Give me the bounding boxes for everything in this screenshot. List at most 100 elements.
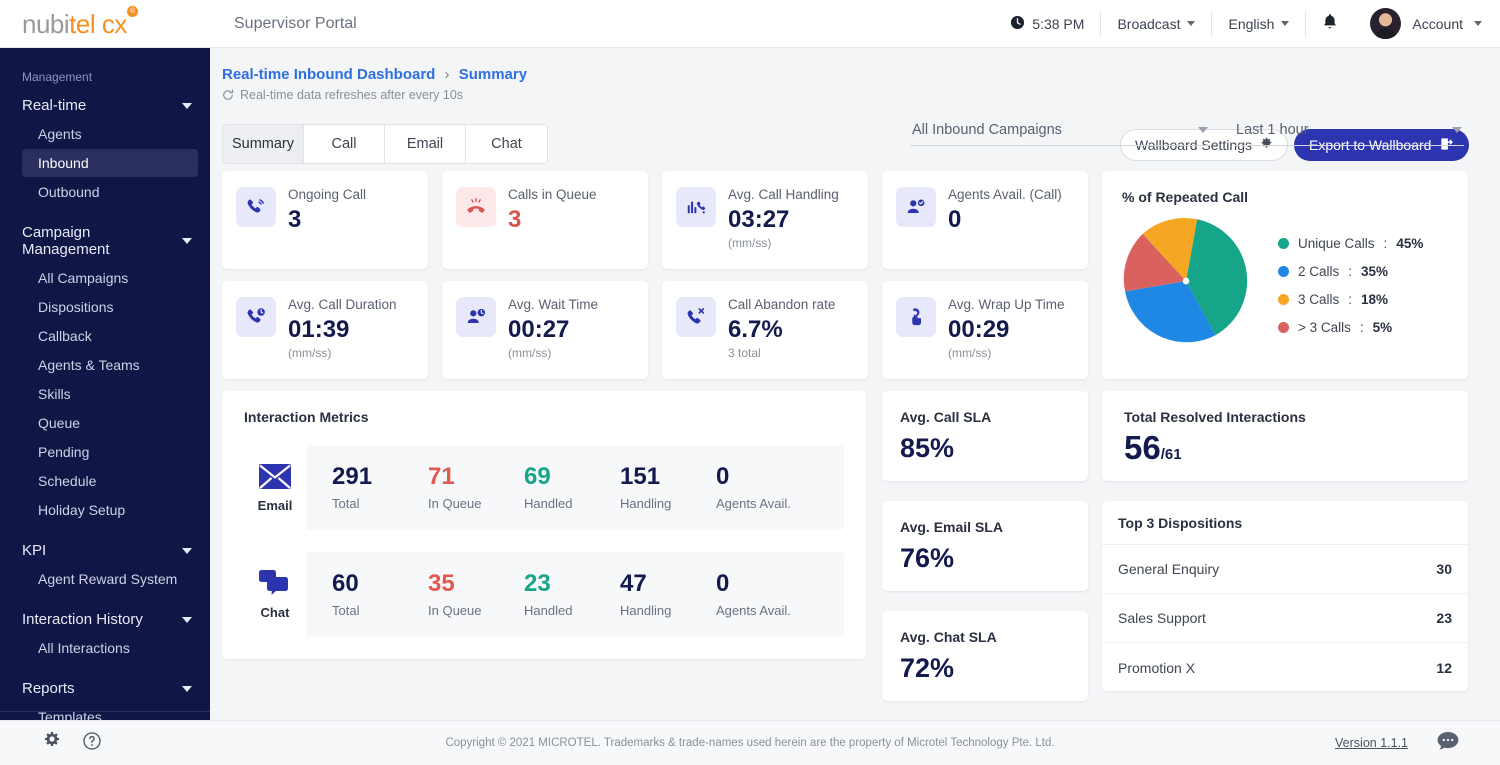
refresh-note: Real-time data refreshes after every 10s xyxy=(222,88,463,102)
top-dispositions-panel: Top 3 Dispositions General Enquiry 30 Sa… xyxy=(1102,501,1468,691)
period-filter-value: Last 1 hour xyxy=(1236,122,1309,138)
language-menu[interactable]: English xyxy=(1212,16,1305,32)
sla-label: Avg. Email SLA xyxy=(900,519,1003,535)
version-link[interactable]: Version 1.1.1 xyxy=(1335,736,1408,750)
sidebar-item-label: Campaign Management xyxy=(22,224,110,258)
sidebar-item-campaign-management[interactable]: Campaign Management xyxy=(0,219,210,263)
sidebar-item-dispositions[interactable]: Dispositions xyxy=(22,293,198,321)
sidebar-item-label: Agents xyxy=(38,126,82,142)
registered-mark-icon: ® xyxy=(126,5,138,17)
metric-value: 291 xyxy=(332,462,373,490)
chevron-down-icon xyxy=(182,685,192,692)
tab-email[interactable]: Email xyxy=(385,125,466,163)
call-stats-icon xyxy=(676,187,716,227)
broadcast-menu[interactable]: Broadcast xyxy=(1101,16,1211,32)
kpi-card-calls-in-queue: Calls in Queue 3 xyxy=(442,171,648,269)
chevron-down-icon xyxy=(182,238,192,244)
chevron-down-icon xyxy=(1281,21,1290,26)
campaign-filter-select[interactable]: All Inbound Campaigns xyxy=(910,118,1210,146)
sidebar-item-inbound[interactable]: Inbound xyxy=(22,149,198,177)
metric-caption: Agents Avail. xyxy=(716,496,791,512)
sidebar-item-holiday-setup[interactable]: Holiday Setup xyxy=(22,496,198,524)
kpi-sub: (mm/ss) xyxy=(508,345,552,360)
sidebar-item-reports[interactable]: Reports xyxy=(0,675,210,702)
kpi-label: Call Abandon rate xyxy=(728,297,836,312)
repeated-call-panel: % of Repeated Call Unique Calls: 45% 2 … xyxy=(1102,171,1468,379)
tab-call[interactable]: Call xyxy=(304,125,385,163)
phone-missed-icon xyxy=(456,187,496,227)
sidebar-item-agents-teams[interactable]: Agents & Teams xyxy=(22,351,198,379)
total-resolved-denominator: /61 xyxy=(1160,446,1182,463)
sidebar-item-label: Queue xyxy=(38,415,81,431)
sla-value: 76% xyxy=(900,543,955,573)
sidebar-item-pending[interactable]: Pending xyxy=(22,438,198,466)
support-chat-icon[interactable] xyxy=(1436,730,1460,757)
top-bar-actions: 5:38 PM Broadcast English Account xyxy=(994,8,1500,39)
legend-item: 3 Calls: 18% xyxy=(1278,292,1423,307)
repeated-call-title: % of Repeated Call xyxy=(1122,189,1249,205)
metric-caption: Handled xyxy=(524,603,573,619)
sidebar-group-management: Management xyxy=(22,70,93,84)
chevron-down-icon xyxy=(1474,21,1482,26)
sidebar-item-label: Reports xyxy=(22,680,75,697)
sidebar-item-label: Holiday Setup xyxy=(38,502,126,518)
total-resolved-panel: Total Resolved Interactions 56 /61 xyxy=(1102,391,1468,481)
sidebar-item-all-campaigns[interactable]: All Campaigns xyxy=(22,264,198,292)
disposition-row: Sales Support 23 xyxy=(1102,594,1468,643)
supervisor-portal-page: nubitel cx ® Supervisor Portal 5:38 PM Br… xyxy=(0,0,1500,765)
disposition-name: Promotion X xyxy=(1118,659,1196,676)
legend-label: 3 Calls xyxy=(1298,292,1340,307)
tab-summary[interactable]: Summary xyxy=(223,125,304,163)
total-resolved-value: 56 xyxy=(1124,429,1161,466)
chat-metrics-bar: 60 Total 35 In Queue 23 Handled 47 Handl… xyxy=(306,552,844,637)
metric-handling: 47 Handling xyxy=(620,570,716,618)
kpi-label: Avg. Call Duration xyxy=(288,297,397,312)
sla-card-chat: Avg. Chat SLA 72% xyxy=(882,611,1088,701)
phone-x-icon xyxy=(676,297,716,337)
metric-value: 35 xyxy=(428,569,455,597)
breadcrumb-root[interactable]: Real-time Inbound Dashboard xyxy=(222,66,435,83)
sidebar-item-schedule[interactable]: Schedule xyxy=(22,467,198,495)
legend-label: > 3 Calls xyxy=(1298,320,1351,335)
sidebar-item-label: Agent Reward System xyxy=(38,571,178,587)
sidebar-item-agents[interactable]: Agents xyxy=(22,120,198,148)
sidebar-item-label: Outbound xyxy=(38,184,100,200)
sidebar-item-callback[interactable]: Callback xyxy=(22,322,198,350)
envelope-icon xyxy=(258,463,292,494)
divider xyxy=(0,711,210,712)
metric-handling: 151 Handling xyxy=(620,463,716,511)
metric-value: 69 xyxy=(524,462,551,490)
metric-value: 0 xyxy=(716,462,730,490)
sidebar-item-label: All Campaigns xyxy=(38,270,129,286)
footer-right: Version 1.1.1 xyxy=(1335,730,1500,757)
sidebar-item-agent-reward-system[interactable]: Agent Reward System xyxy=(22,565,198,593)
sidebar-item-label: Inbound xyxy=(38,155,89,171)
sla-value: 85% xyxy=(900,433,955,463)
kpi-label: Avg. Wait Time xyxy=(508,297,599,312)
sidebar-item-kpi[interactable]: KPI xyxy=(0,537,210,564)
sidebar-item-all-interactions[interactable]: All Interactions xyxy=(22,634,198,662)
notifications-button[interactable] xyxy=(1306,13,1354,34)
tab-chat[interactable]: Chat xyxy=(466,125,547,163)
brand-logo[interactable]: nubitel cx ® xyxy=(0,5,210,37)
sidebar-item-skills[interactable]: Skills xyxy=(22,380,198,408)
kpi-sub: 3 total xyxy=(728,345,761,360)
phone-clock-icon xyxy=(236,297,276,337)
chevron-down-icon xyxy=(182,547,192,554)
sidebar-item-real-time[interactable]: Real-time xyxy=(0,92,210,119)
kpi-card-call-abandon-rate: Call Abandon rate 6.7% 3 total xyxy=(662,281,868,379)
refresh-icon xyxy=(222,89,234,101)
sidebar-item-outbound[interactable]: Outbound xyxy=(22,178,198,206)
period-filter-select[interactable]: Last 1 hour xyxy=(1234,118,1464,146)
legend-item: > 3 Calls: 5% xyxy=(1278,320,1423,335)
time-text: 5:38 PM xyxy=(1032,15,1085,32)
disposition-row: General Enquiry 30 xyxy=(1102,545,1468,594)
account-menu[interactable]: Account xyxy=(1354,8,1482,39)
language-label: English xyxy=(1228,15,1275,32)
sidebar-item-queue[interactable]: Queue xyxy=(22,409,198,437)
kpi-body: Calls in Queue 3 xyxy=(508,187,597,253)
chevron-down-icon xyxy=(182,102,192,109)
wrapup-hand-icon xyxy=(896,297,936,337)
sidebar-item-interaction-history[interactable]: Interaction History xyxy=(0,606,210,633)
